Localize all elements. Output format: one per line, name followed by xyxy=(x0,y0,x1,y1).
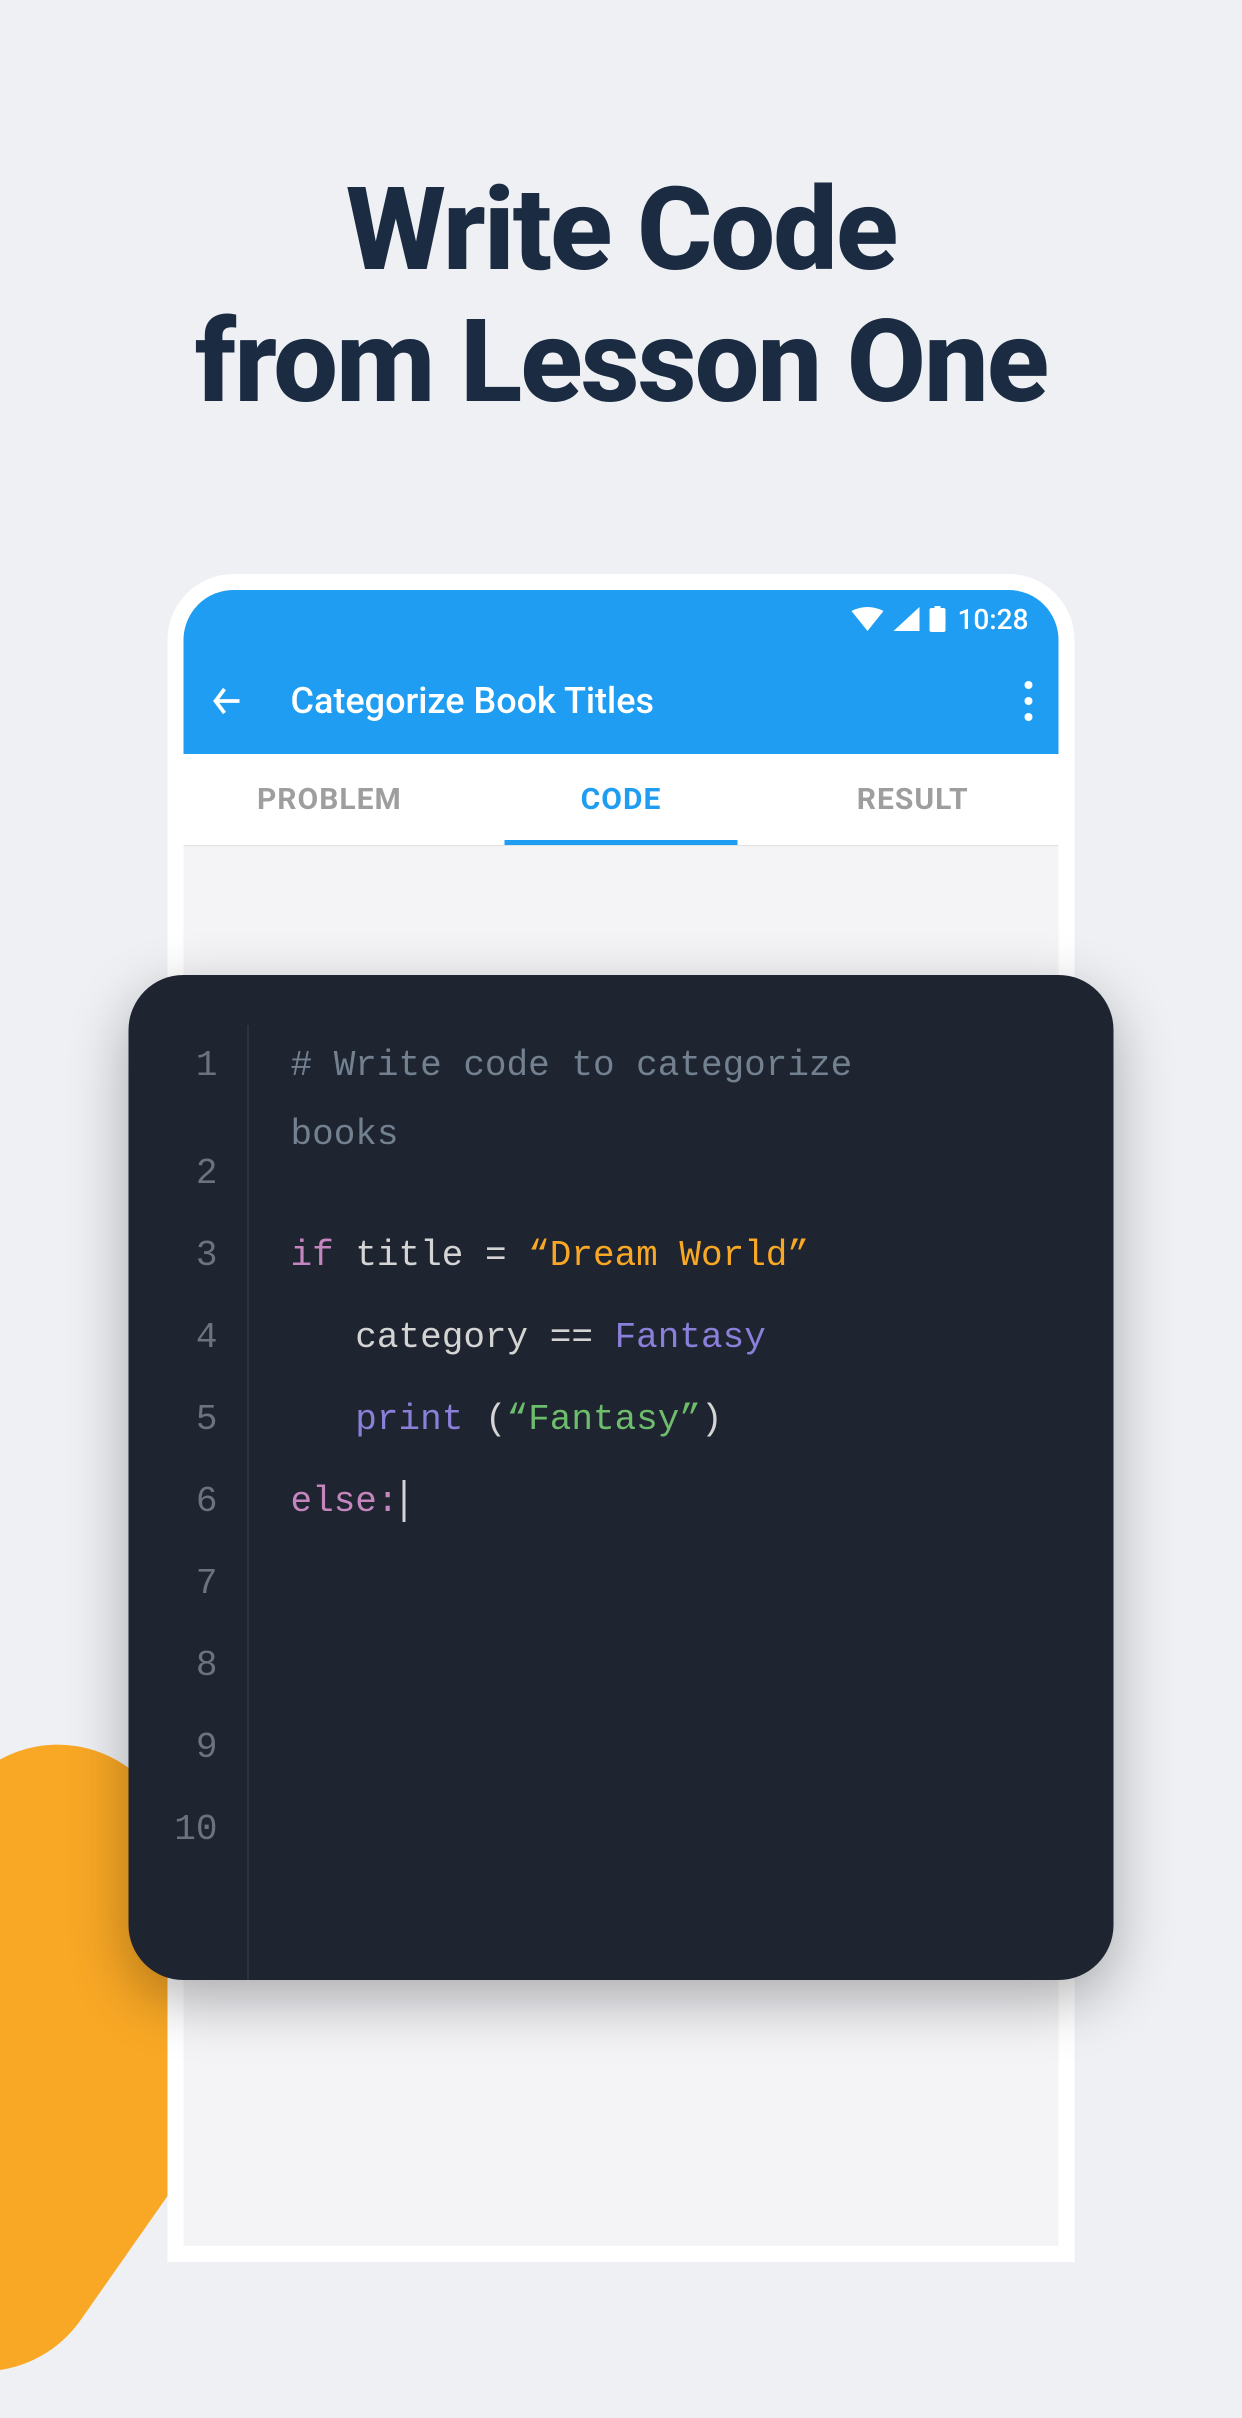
operator-token: == xyxy=(550,1317,593,1358)
signal-icon xyxy=(893,607,919,631)
code-line xyxy=(291,1163,1114,1215)
code-content[interactable]: # Write code to categorize books if titl… xyxy=(249,1025,1114,1980)
code-line: print (“Fantasy”) xyxy=(291,1379,1114,1461)
headline-text: Write Codefrom Lesson One xyxy=(0,165,1242,430)
code-line: else: xyxy=(291,1461,1114,1543)
code-line xyxy=(291,1707,1114,1789)
line-number: 8 xyxy=(129,1625,218,1707)
paren-token: ) xyxy=(701,1399,723,1440)
code-editor[interactable]: 1 2 3 4 5 6 7 8 9 10 # Write code to cat… xyxy=(129,975,1114,1980)
comment-token: # Write code to categorize xyxy=(291,1045,874,1086)
tab-problem[interactable]: PROBLEM xyxy=(184,754,476,845)
string-token: “Dream World” xyxy=(528,1235,809,1276)
line-number: 1 xyxy=(129,1025,218,1107)
line-number: 6 xyxy=(129,1461,218,1543)
back-arrow-icon[interactable] xyxy=(210,683,246,719)
tab-bar: PROBLEM CODE RESULT xyxy=(184,754,1059,846)
status-icons xyxy=(851,606,945,632)
code-line xyxy=(291,1543,1114,1625)
line-number: 2 xyxy=(129,1133,218,1215)
identifier-token: Fantasy xyxy=(593,1317,766,1358)
line-gutter: 1 2 3 4 5 6 7 8 9 10 xyxy=(129,1025,249,1980)
cursor-icon xyxy=(403,1480,406,1522)
status-time: 10:28 xyxy=(957,603,1028,636)
function-token: print xyxy=(291,1399,485,1440)
variable-token: title = xyxy=(334,1235,528,1276)
variable-token: category xyxy=(291,1317,550,1358)
comment-token: books xyxy=(291,1114,399,1155)
line-number: 4 xyxy=(129,1297,218,1379)
wifi-icon xyxy=(851,607,883,631)
code-line xyxy=(291,1789,1114,1871)
status-bar: 10:28 xyxy=(184,590,1059,648)
paren-token: ( xyxy=(485,1399,507,1440)
line-number: 9 xyxy=(129,1707,218,1789)
line-number: 3 xyxy=(129,1215,218,1297)
keyword-token: else: xyxy=(291,1481,399,1522)
string-token: “Fantasy” xyxy=(507,1399,701,1440)
tab-result[interactable]: RESULT xyxy=(767,754,1059,845)
page-title: Categorize Book Titles xyxy=(291,680,1025,722)
more-options-icon[interactable] xyxy=(1025,681,1033,721)
line-number: 7 xyxy=(129,1543,218,1625)
code-line: if title = “Dream World” xyxy=(291,1215,1114,1297)
code-line: category == Fantasy xyxy=(291,1297,1114,1379)
code-line: books xyxy=(291,1107,1114,1163)
battery-icon xyxy=(929,606,945,632)
keyword-token: if xyxy=(291,1235,334,1276)
line-number: 5 xyxy=(129,1379,218,1461)
code-line xyxy=(291,1625,1114,1707)
code-line: # Write code to categorize xyxy=(291,1025,1114,1107)
app-bar: Categorize Book Titles xyxy=(184,648,1059,754)
tab-code[interactable]: CODE xyxy=(475,754,767,845)
line-number: 10 xyxy=(129,1789,218,1871)
